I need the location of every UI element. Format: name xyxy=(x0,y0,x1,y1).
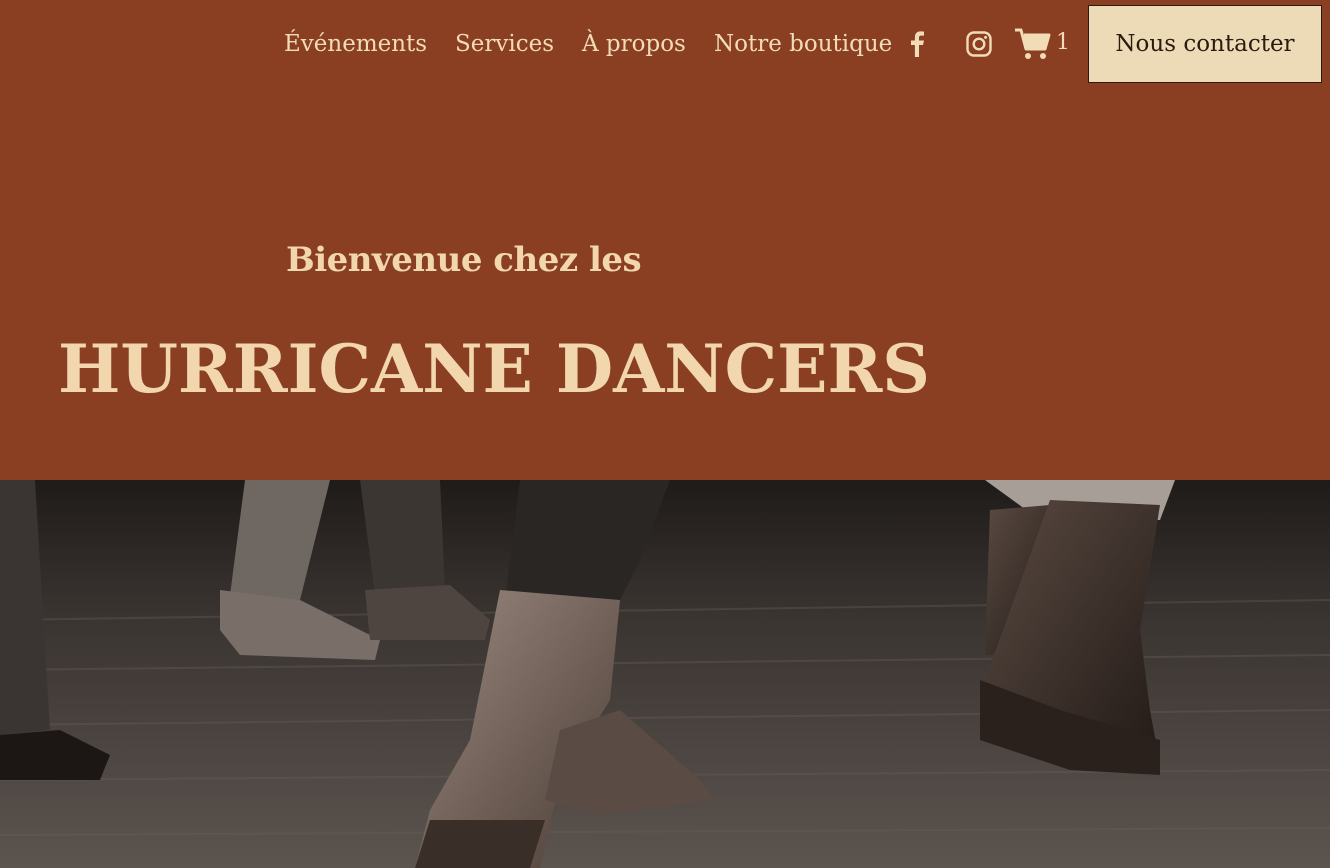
nav-link-a-propos[interactable]: À propos xyxy=(582,28,686,60)
welcome-subtitle: Bienvenue chez les xyxy=(286,240,642,280)
hero-photo xyxy=(0,480,1330,868)
nav-link-services[interactable]: Services xyxy=(455,28,554,60)
cart-icon[interactable] xyxy=(1014,27,1052,65)
site-header: Événements Services À propos Notre bouti… xyxy=(0,0,1330,90)
facebook-icon[interactable] xyxy=(906,31,928,61)
instagram-icon[interactable] xyxy=(966,31,992,61)
nav-link-evenements[interactable]: Événements xyxy=(284,28,427,60)
hero-section: Bienvenue chez les HURRICANE DANCERS xyxy=(0,90,1330,480)
cart-count-badge: 1 xyxy=(1056,30,1070,55)
contact-button[interactable]: Nous contacter xyxy=(1088,5,1322,83)
cowboy-boots-dancing-photo xyxy=(0,480,1330,868)
nav-link-notre-boutique[interactable]: Notre boutique xyxy=(714,28,892,60)
site-title: HURRICANE DANCERS xyxy=(58,330,930,408)
